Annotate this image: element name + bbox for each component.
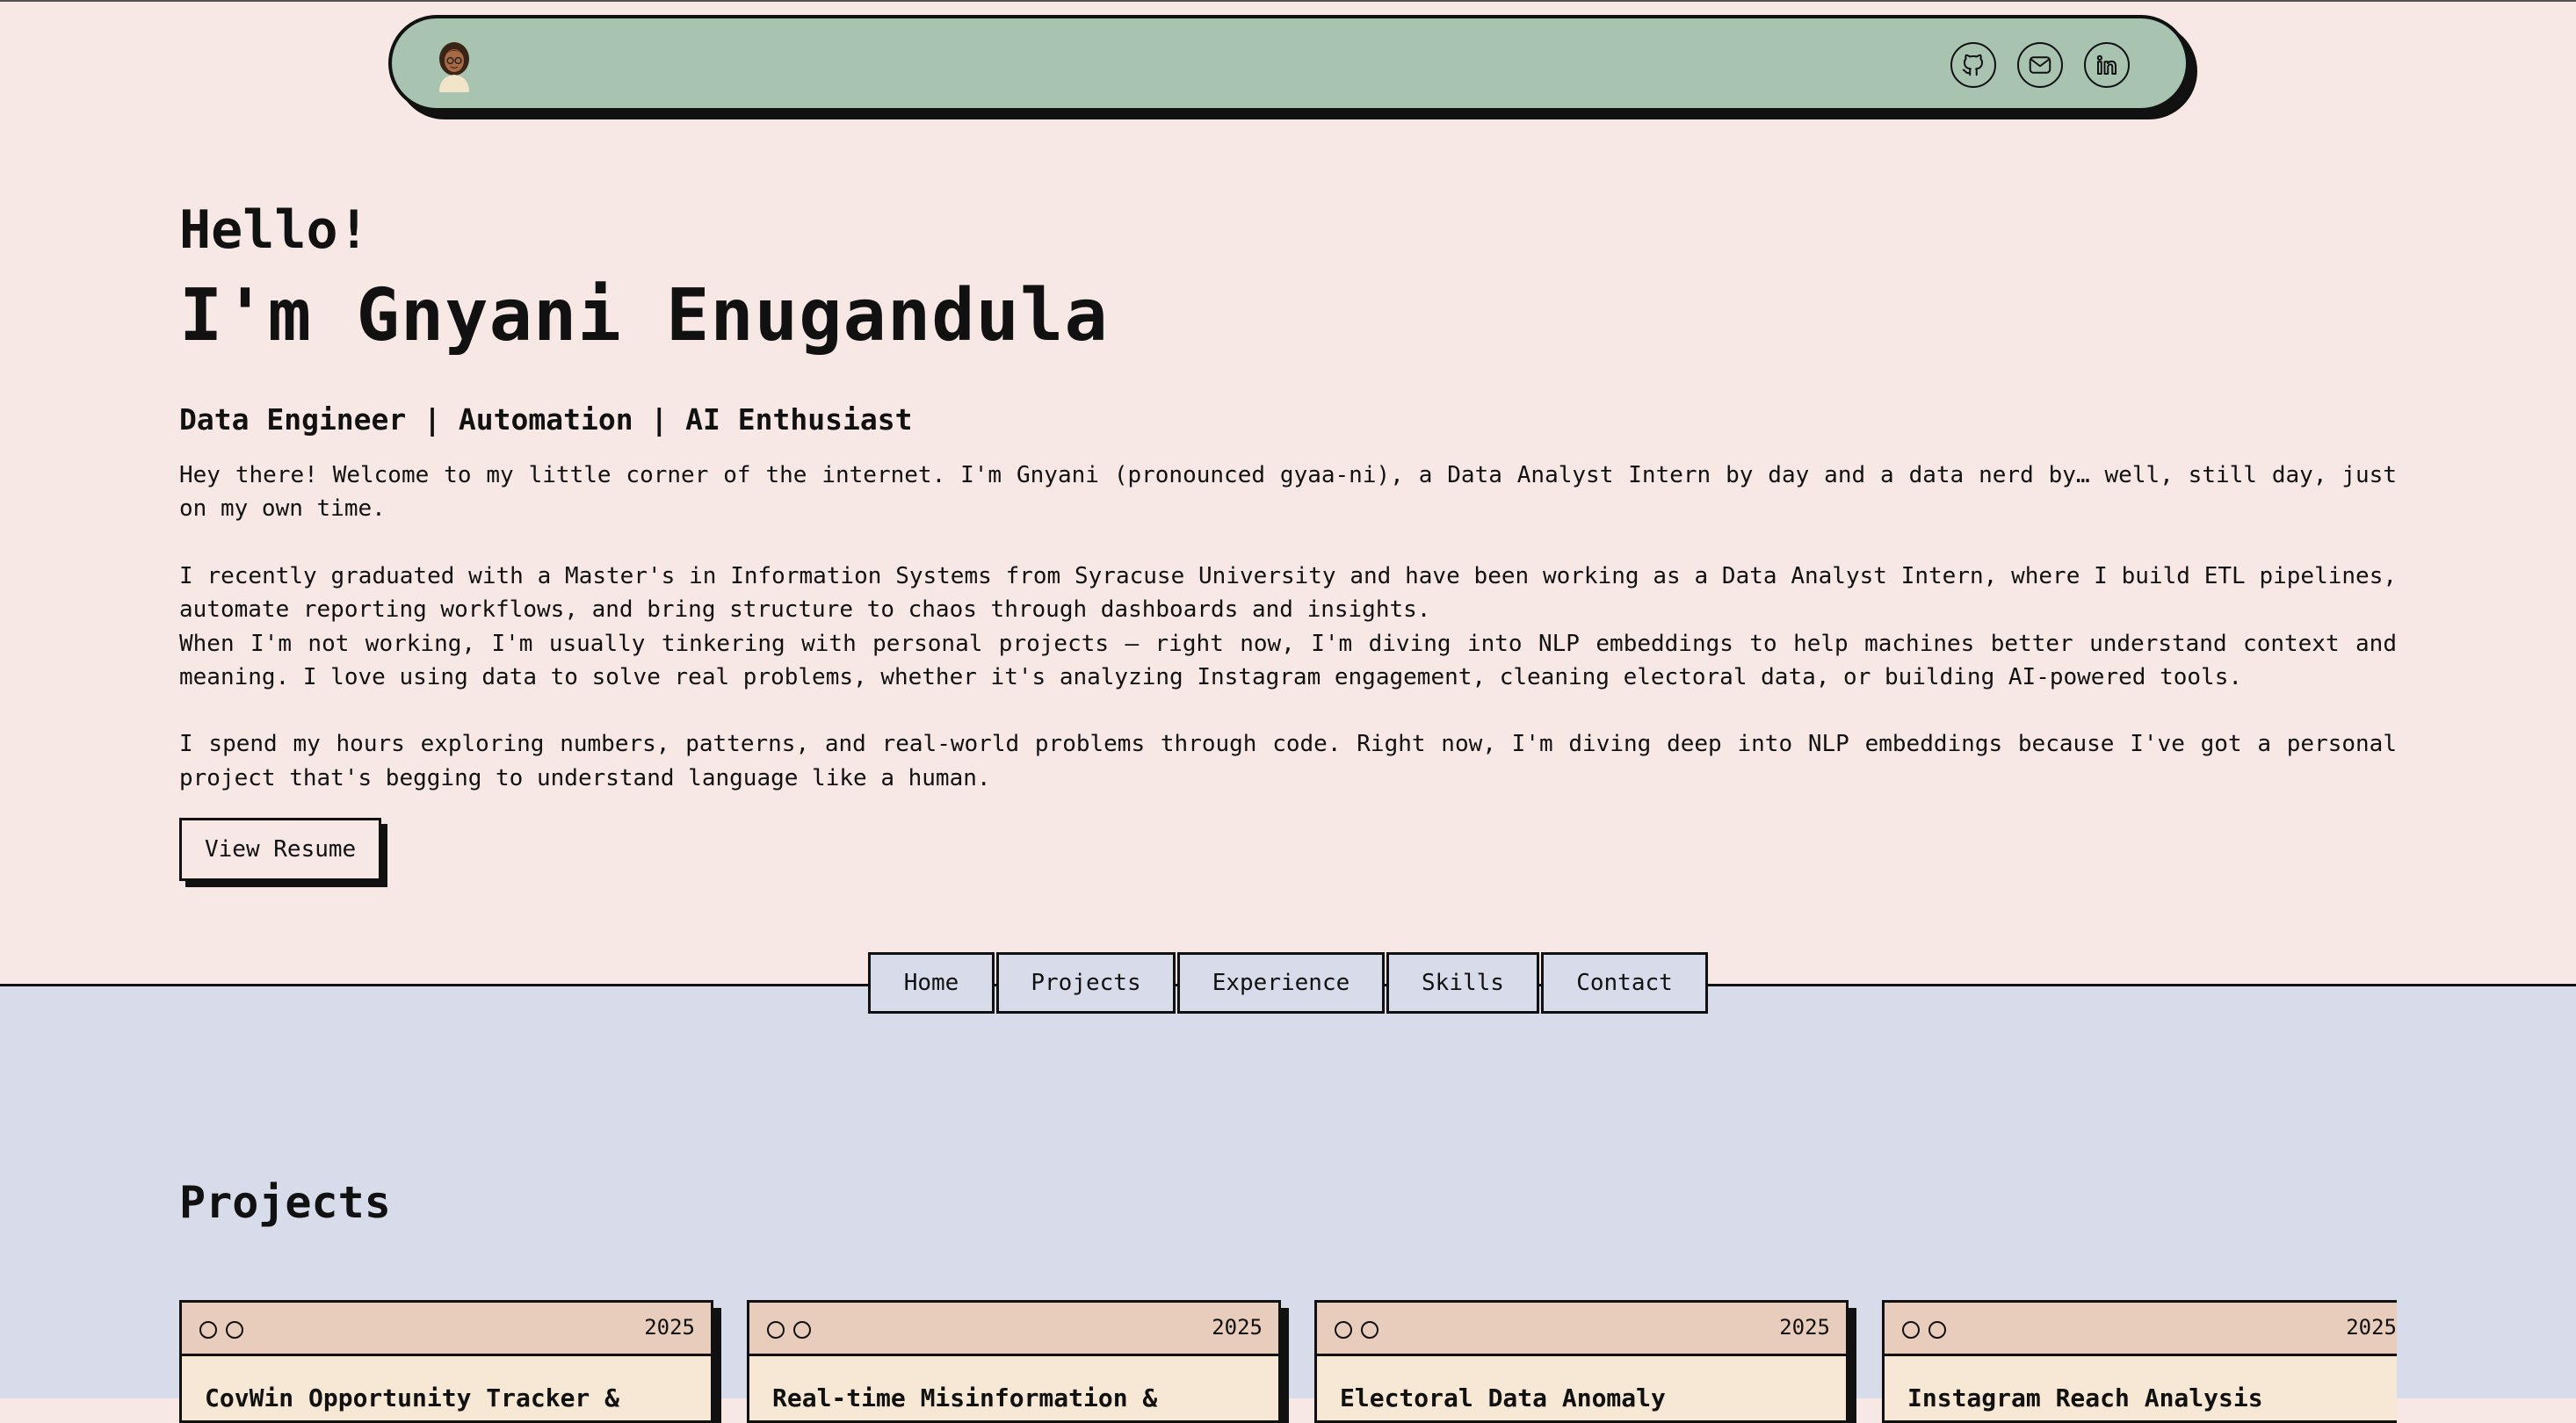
card-year: 2025	[1779, 1315, 1830, 1340]
nav-skills[interactable]: Skills	[1386, 952, 1539, 1014]
window-dot-icon	[767, 1321, 785, 1339]
card-year: 2025	[644, 1315, 695, 1340]
card-year: 2025	[1212, 1315, 1263, 1340]
github-icon	[1962, 54, 1983, 76]
nav-home[interactable]: Home	[868, 952, 995, 1014]
intro-paragraph: Hey there! Welcome to my little corner o…	[179, 462, 2397, 523]
window-dot-icon	[793, 1321, 811, 1339]
nav-experience[interactable]: Experience	[1177, 952, 1385, 1014]
education-paragraph: I recently graduated with a Master's in …	[179, 562, 2397, 624]
window-dot-icon	[199, 1321, 217, 1339]
mail-icon	[2029, 56, 2051, 74]
project-card[interactable]: 2025 CovWin Opportunity Tracker &	[179, 1300, 713, 1423]
project-card[interactable]: 2025 Electoral Data Anomaly	[1314, 1300, 1849, 1423]
card-header: 2025	[1317, 1303, 1846, 1356]
linkedin-link[interactable]	[2084, 42, 2130, 88]
window-dot-icon	[1902, 1321, 1920, 1339]
window-dot-icon	[1335, 1321, 1352, 1339]
avatar-emoji-icon	[439, 42, 469, 92]
card-year: 2025	[2346, 1315, 2397, 1340]
card-header: 2025	[1885, 1303, 2397, 1356]
card-header: 2025	[749, 1303, 1278, 1356]
hero-section: Hello! I'm Gnyani Enugandula Data Engine…	[179, 195, 2397, 882]
window-dot-icon	[1928, 1321, 1946, 1339]
projects-paragraph: When I'm not working, I'm usually tinker…	[179, 630, 2397, 691]
view-resume-button[interactable]: View Resume	[179, 818, 382, 882]
header-bar	[388, 15, 2189, 112]
top-border	[0, 0, 2576, 2]
nav-projects[interactable]: Projects	[996, 952, 1176, 1014]
greeting: Hello!	[179, 199, 370, 261]
nav-contact[interactable]: Contact	[1541, 952, 1708, 1014]
tagline: Data Engineer | Automation | AI Enthusia…	[179, 402, 913, 437]
project-card[interactable]: 2025 Real-time Misinformation &	[747, 1300, 1281, 1423]
email-link[interactable]	[2017, 42, 2063, 88]
window-dot-icon	[226, 1321, 243, 1339]
section-nav: Home Projects Experience Skills Contact	[868, 952, 1710, 1014]
card-header: 2025	[182, 1303, 711, 1356]
interests-paragraph: I spend my hours exploring numbers, patt…	[179, 731, 2397, 791]
github-link[interactable]	[1950, 42, 1996, 88]
projects-heading: Projects	[179, 1177, 391, 1228]
project-card[interactable]: 2025 Instagram Reach Analysis	[1882, 1300, 2397, 1423]
linkedin-icon	[2096, 54, 2117, 75]
window-dot-icon	[1361, 1321, 1378, 1339]
hero-name: I'm Gnyani Enugandula	[179, 274, 1109, 358]
